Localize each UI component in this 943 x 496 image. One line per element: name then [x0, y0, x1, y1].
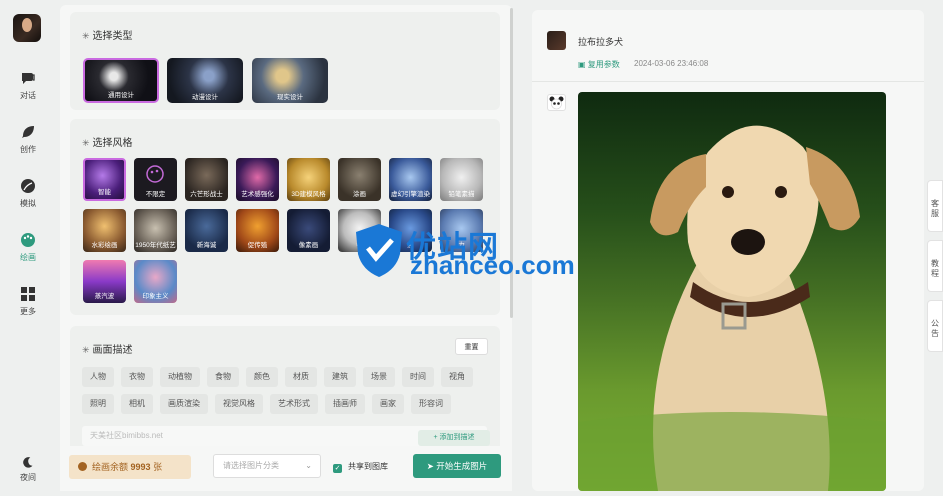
sparkle-icon: ✳ [82, 138, 90, 148]
section-title: ✳ 选择类型 [82, 31, 133, 42]
style-option[interactable]: 铅笔素描 [440, 158, 483, 201]
copy-icon: ▣ [578, 60, 588, 69]
description-tag[interactable]: 材质 [285, 367, 317, 387]
nav-item-paint[interactable]: 绘画 [0, 232, 56, 263]
description-tag[interactable]: 形容词 [411, 394, 451, 414]
chat-icon [22, 73, 35, 84]
nav-label: 夜间 [20, 473, 36, 482]
share-to-gallery-checkbox[interactable]: ✓ 共享到图库 [333, 461, 388, 473]
style-option[interactable]: 1950年代纸艺 [134, 209, 177, 252]
description-tag[interactable]: 场景 [363, 367, 395, 387]
nav-label: 对话 [20, 91, 36, 100]
nav-item-create[interactable]: 创作 [0, 124, 56, 155]
bottom-bar: 绘画余额 9993 张 请选择图片分类 ⌄ ✓ 共享到图库 ➤ 开始生成图片 [60, 446, 512, 491]
style-option[interactable]: 新海诚 [185, 209, 228, 252]
nav-item-night-mode[interactable]: 夜间 [0, 456, 56, 483]
moon-icon [23, 457, 33, 468]
nav-label: 模拟 [20, 199, 36, 208]
description-tag[interactable]: 照明 [82, 394, 114, 414]
style-option[interactable]: 六芒形战士 [185, 158, 228, 201]
cookie-icon [78, 462, 87, 471]
palette-icon [21, 233, 35, 247]
type-option-realistic[interactable]: 现实设计 [252, 58, 328, 103]
timestamp: 2024-03-06 23:46:08 [634, 59, 709, 68]
style-option[interactable]: 印象主义 [134, 260, 177, 303]
shield-logo-icon [356, 224, 402, 277]
section-title: ✳ 选择风格 [82, 138, 133, 149]
nav-item-chat[interactable]: 对话 [0, 70, 56, 101]
reset-button[interactable]: 重置 [455, 338, 488, 355]
description-tag[interactable]: 相机 [121, 394, 153, 414]
description-tag[interactable]: 视觉风格 [215, 394, 263, 414]
dog-illustration [578, 125, 886, 491]
rail-support[interactable]: 客服 [927, 180, 943, 232]
description-tag[interactable]: 食物 [207, 367, 239, 387]
style-section: ✳ 选择风格 智能 不限定 六芒形战士 艺术感强化 3D建模风格 涂画 虚幻引擎渲… [70, 119, 500, 315]
add-to-description-button[interactable]: + 添加到描述 [418, 430, 490, 446]
nav-item-more[interactable]: 更多 [0, 286, 56, 317]
section-title: ✳ 画面描述 [82, 345, 133, 356]
style-option[interactable]: 不限定 [134, 158, 177, 201]
nav-label: 更多 [20, 307, 36, 316]
description-tag[interactable]: 建筑 [324, 367, 356, 387]
description-section: ✳ 画面描述 重置 人物 衣物 动植物 食物 颜色 材质 建筑 场景 时间 视角 照明 相机 画质渲染视… [70, 326, 500, 451]
style-option[interactable]: 促传殖 [236, 209, 279, 252]
rail-announcement[interactable]: 公告 [927, 300, 943, 352]
description-tag[interactable]: 画质渲染 [160, 394, 208, 414]
nav-label: 绘画 [20, 253, 36, 262]
style-option[interactable]: 智能 [83, 158, 126, 201]
description-tag[interactable]: 动植物 [160, 367, 200, 387]
balance-value: 9993 [130, 462, 151, 472]
nav-label: 创作 [20, 145, 36, 154]
reuse-params-link[interactable]: ▣ 复用参数 [578, 59, 620, 70]
palette-icon [146, 165, 164, 183]
style-option[interactable]: 蒸汽波 [83, 260, 126, 303]
style-option[interactable]: 3D建模风格 [287, 158, 330, 201]
send-icon: ➤ [426, 461, 437, 471]
panda-bot-icon [547, 94, 566, 111]
grid-icon [21, 287, 35, 301]
avatar[interactable] [13, 14, 41, 42]
user-avatar [547, 31, 566, 50]
type-option-general[interactable]: 通用设计 [83, 58, 159, 103]
type-option-anime[interactable]: 动漫设计 [167, 58, 243, 103]
description-tag[interactable]: 插画师 [325, 394, 365, 414]
style-option[interactable]: 水彩绘画 [83, 209, 126, 252]
divider [532, 81, 924, 82]
description-tag[interactable]: 衣物 [121, 367, 153, 387]
generate-button[interactable]: ➤ 开始生成图片 [413, 454, 501, 478]
feather-icon [22, 126, 34, 138]
generated-image[interactable] [578, 92, 886, 491]
description-tag[interactable]: 视角 [441, 367, 473, 387]
style-option[interactable]: 艺术感强化 [236, 158, 279, 201]
style-option[interactable]: 像素画 [287, 209, 330, 252]
description-tag[interactable]: 艺术形式 [270, 394, 318, 414]
description-tag[interactable]: 画家 [372, 394, 404, 414]
category-select[interactable]: 请选择图片分类 ⌄ [213, 454, 321, 478]
style-option[interactable]: 虚幻引擎渲染 [389, 158, 432, 201]
checkbox-checked-icon: ✓ [333, 464, 342, 473]
side-nav: 对话 创作 模拟 绘画 更多 夜间 [0, 0, 56, 496]
sparkle-icon: ✳ [82, 31, 90, 41]
nav-item-simulate[interactable]: 模拟 [0, 178, 56, 209]
balance-badge: 绘画余额 9993 张 [69, 455, 191, 479]
sparkle-icon: ✳ [82, 345, 90, 355]
result-panel: 拉布拉多犬 ▣ 复用参数 2024-03-06 23:46:08 [532, 10, 924, 491]
rail-tutorial[interactable]: 教程 [927, 240, 943, 292]
style-option[interactable]: 涂画 [338, 158, 381, 201]
chevron-down-icon: ⌄ [305, 461, 312, 470]
description-tag[interactable]: 时间 [402, 367, 434, 387]
prompt-text: 拉布拉多犬 [578, 37, 624, 47]
leaf-icon [21, 179, 35, 193]
description-tag[interactable]: 人物 [82, 367, 114, 387]
watermark: 优站网 zhanceo.com [352, 222, 575, 283]
type-section: ✳ 选择类型 通用设计 动漫设计 现实设计 [70, 12, 500, 110]
app-root: 对话 创作 模拟 绘画 更多 夜间 ✳ 选择类型 通用设计 动漫设计 现实设计 … [0, 0, 943, 496]
description-tag[interactable]: 颜色 [246, 367, 278, 387]
